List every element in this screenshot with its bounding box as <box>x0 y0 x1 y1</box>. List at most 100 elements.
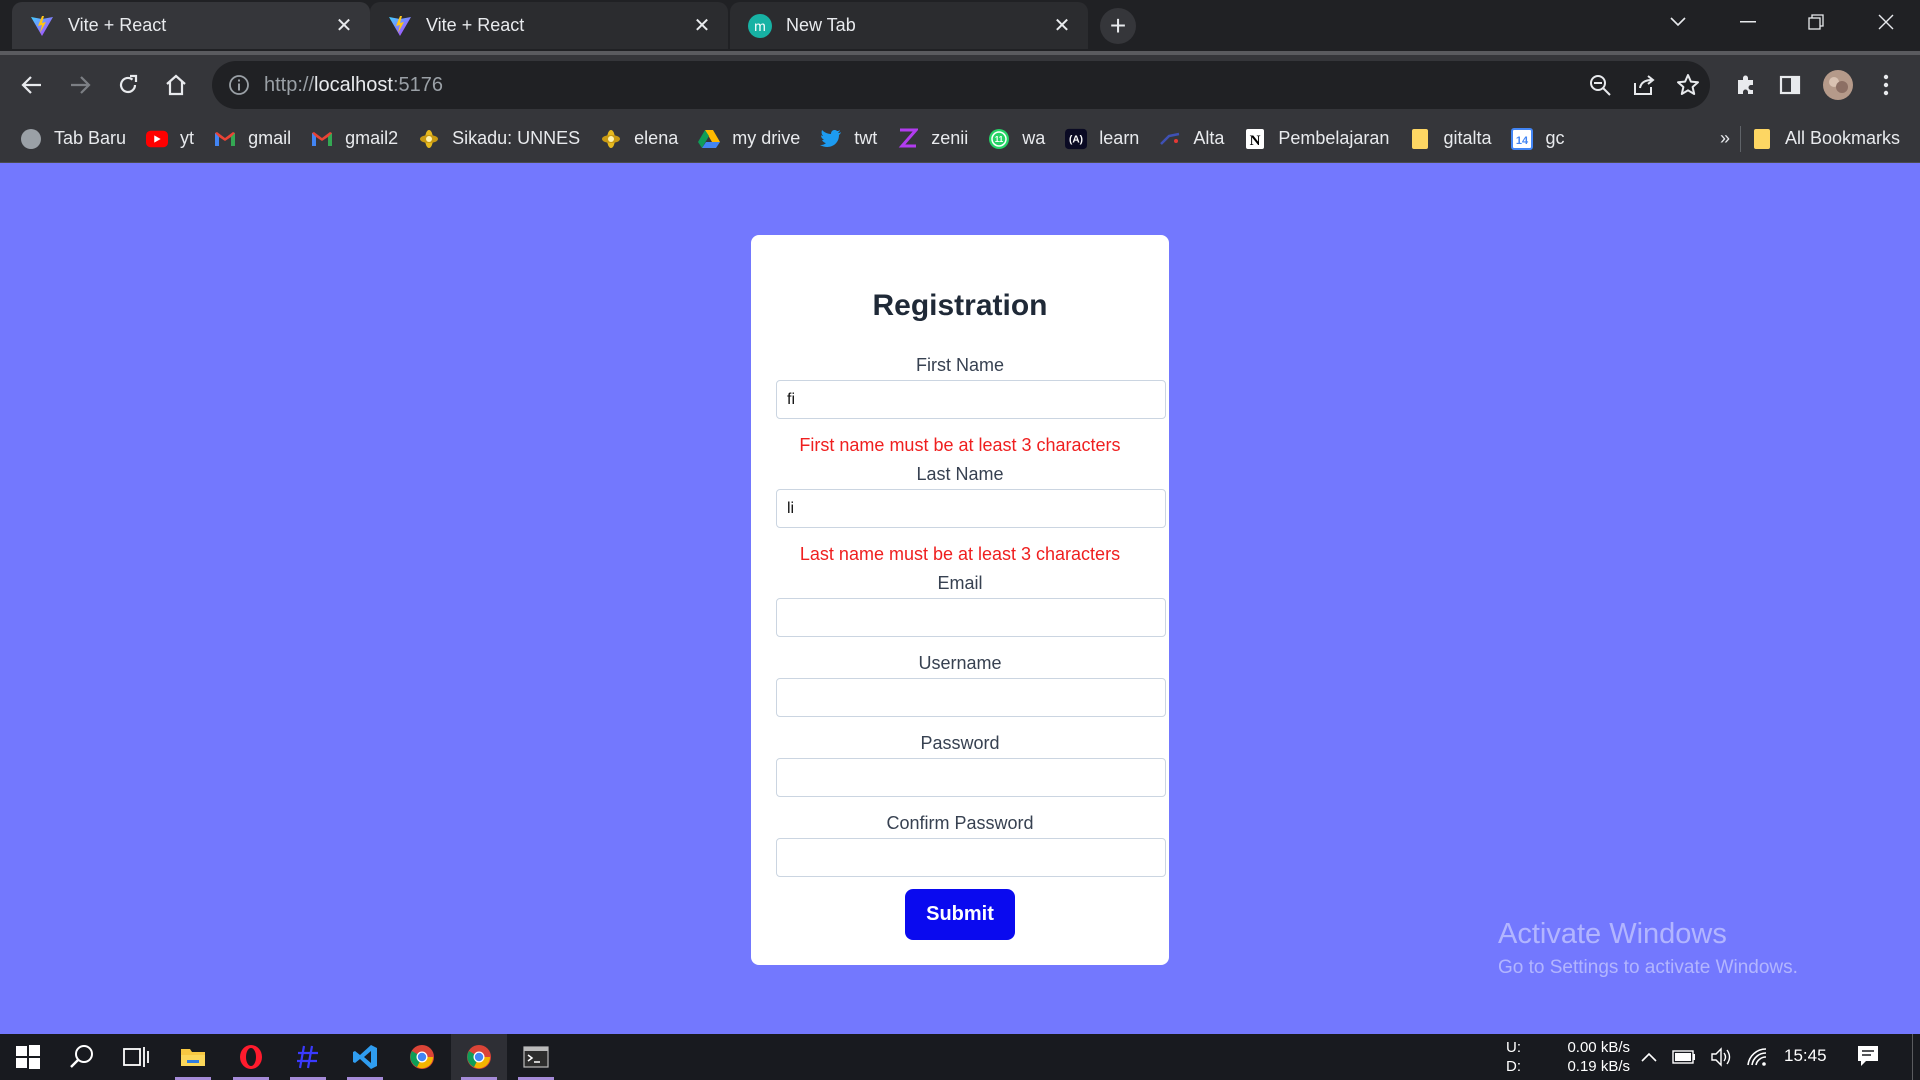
username-input[interactable] <box>776 678 1166 717</box>
net-up-label: U: <box>1506 1039 1521 1056</box>
wifi-icon[interactable] <box>1746 1047 1768 1067</box>
last-name-input[interactable] <box>776 489 1166 528</box>
email-input[interactable] <box>776 598 1166 637</box>
profile-avatar[interactable] <box>1820 67 1856 103</box>
bookmark-my-drive[interactable]: my drive <box>688 121 810 157</box>
share-icon[interactable] <box>1632 73 1656 97</box>
confirm-password-input[interactable] <box>776 838 1166 877</box>
opera-button[interactable] <box>223 1034 279 1080</box>
show-desktop-divider[interactable] <box>1912 1034 1913 1080</box>
close-tab-icon[interactable]: ✕ <box>688 12 716 40</box>
minimize-icon[interactable] <box>1714 0 1782 44</box>
battery-icon[interactable] <box>1672 1049 1696 1065</box>
bookmark-label: wa <box>1022 128 1046 148</box>
gmail-icon <box>311 128 333 150</box>
tab-vite-react-1[interactable]: Vite + React ✕ <box>12 2 370 49</box>
new-tab-button[interactable]: + <box>1100 8 1136 44</box>
terminal-button[interactable] <box>508 1034 564 1080</box>
vite-icon <box>389 15 411 36</box>
bookmark-label: Tab Baru <box>54 128 127 148</box>
password-input[interactable] <box>776 758 1166 797</box>
chevron-up-icon[interactable] <box>1640 1051 1658 1063</box>
close-tab-icon[interactable]: ✕ <box>1048 12 1076 40</box>
folder-icon <box>1409 128 1431 150</box>
bookmark-label: gc <box>1545 128 1565 148</box>
tab-title: Vite + React <box>426 15 525 35</box>
tab-search-icon[interactable] <box>1644 0 1712 44</box>
file-explorer-button[interactable] <box>165 1034 221 1080</box>
more-bookmarks-button[interactable]: » <box>1710 121 1740 157</box>
bookmark-zenii[interactable]: zenii <box>887 121 978 157</box>
chrome-button[interactable] <box>394 1034 450 1080</box>
bookmark-gmail[interactable]: gmail <box>204 121 301 157</box>
windows-taskbar: U: D: 0.00 kB/s 0.19 kB/s 15:45 <box>0 1034 1920 1080</box>
notepad-plus-button[interactable] <box>280 1034 336 1080</box>
first-name-label: First Name <box>915 355 1004 375</box>
zoom-out-icon[interactable] <box>1588 73 1612 97</box>
all-bookmarks-button[interactable]: All Bookmarks <box>1741 121 1920 157</box>
bookmark-yt[interactable]: yt <box>136 121 204 157</box>
bookmark-learn[interactable]: (A) learn <box>1055 121 1149 157</box>
first-name-input[interactable] <box>776 380 1166 419</box>
vscode-button[interactable] <box>337 1034 393 1080</box>
bookmark-gmail2[interactable]: gmail2 <box>301 121 408 157</box>
browser-toolbar: http://localhost:5176 <box>0 51 1920 115</box>
menu-button[interactable] <box>1868 67 1904 103</box>
unnes-icon <box>600 128 622 150</box>
tab-vite-react-2[interactable]: Vite + React ✕ <box>370 2 728 49</box>
extensions-button[interactable] <box>1728 67 1764 103</box>
net-down-label: D: <box>1506 1058 1521 1075</box>
bookmark-gitalta[interactable]: gitalta <box>1399 121 1501 157</box>
svg-text:m: m <box>754 18 766 34</box>
reload-button[interactable] <box>110 67 146 103</box>
bookmark-twt[interactable]: twt <box>810 121 887 157</box>
forward-button[interactable] <box>62 67 98 103</box>
search-icon <box>70 1045 93 1068</box>
clock[interactable]: 15:45 <box>1784 1046 1827 1080</box>
bookmark-star-icon[interactable] <box>1676 73 1700 97</box>
bookmark-tab-baru[interactable]: Tab Baru <box>10 121 136 157</box>
confirm-password-label: Confirm Password <box>886 813 1034 833</box>
site-info-icon[interactable] <box>228 74 250 96</box>
notion-icon: N <box>1244 128 1266 150</box>
forward-arrow-icon <box>71 76 91 94</box>
submit-button[interactable]: Submit <box>905 889 1015 940</box>
browser-tab-strip: Vite + React ✕ Vite + React ✕ m New Tab … <box>0 0 1920 51</box>
bookmark-pembelajaran[interactable]: N Pembelajaran <box>1234 121 1399 157</box>
bookmark-alta[interactable]: Alta <box>1149 121 1234 157</box>
volume-icon[interactable] <box>1710 1047 1732 1067</box>
home-button[interactable] <box>158 67 194 103</box>
chevron-right-icon: » <box>1719 128 1730 148</box>
watermark-subtitle: Go to Settings to activate Windows. <box>1498 957 1798 978</box>
bookmark-wa[interactable]: 11 wa <box>978 121 1055 157</box>
address-bar[interactable]: http://localhost:5176 <box>212 61 1710 109</box>
url-text: http://localhost:5176 <box>264 73 444 96</box>
bookmark-gc[interactable]: 14 gc <box>1501 121 1574 157</box>
close-tab-icon[interactable]: ✕ <box>330 12 358 40</box>
calendar-icon: 14 <box>1511 127 1534 150</box>
bookmark-elena[interactable]: elena <box>590 121 688 157</box>
search-button[interactable] <box>54 1034 110 1080</box>
restore-icon[interactable] <box>1782 0 1850 44</box>
first-name-error: First name must be at least 3 characters <box>799 435 1121 455</box>
start-button[interactable] <box>0 1034 56 1080</box>
puzzle-icon <box>1738 75 1753 94</box>
side-panel-button[interactable] <box>1772 67 1808 103</box>
bookmark-sikadu-unnes[interactable]: Sikadu: UNNES <box>408 121 590 157</box>
folder-icon <box>1751 128 1773 150</box>
svg-text:N: N <box>1250 133 1261 149</box>
close-window-icon[interactable] <box>1852 0 1920 44</box>
task-view-button[interactable] <box>108 1034 164 1080</box>
notifications-button[interactable] <box>1856 1044 1880 1080</box>
chrome-active-button[interactable] <box>451 1034 507 1080</box>
chrome-icon <box>467 1045 491 1069</box>
bookmark-label: my drive <box>732 128 801 148</box>
notification-icon <box>1858 1046 1878 1066</box>
vscode-icon <box>353 1045 377 1069</box>
chrome-icon <box>410 1045 434 1069</box>
folder-icon <box>181 1049 205 1066</box>
back-button[interactable] <box>14 67 50 103</box>
bookmarks-bar: Tab Baru yt gmail gmail2 Sikadu: UNNES e… <box>0 115 1920 163</box>
tab-new-tab[interactable]: m New Tab ✕ <box>730 2 1088 49</box>
alta-icon <box>1159 128 1181 150</box>
